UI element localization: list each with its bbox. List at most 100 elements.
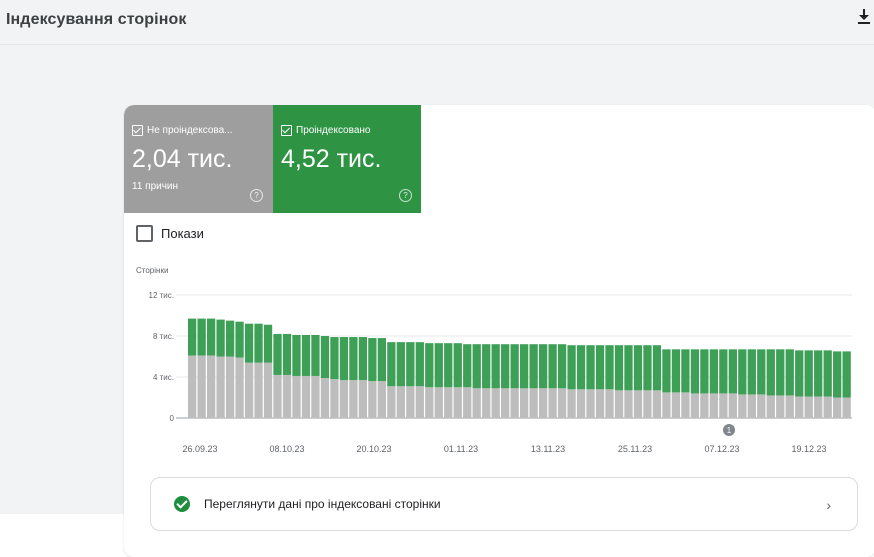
- bar-indexed: [576, 345, 586, 390]
- x-tick-label: 08.10.23: [269, 444, 304, 454]
- bar-indexed: [567, 345, 576, 390]
- bar-indexed: [624, 345, 633, 391]
- bar-not-indexed: [643, 390, 652, 418]
- bar-not-indexed: [377, 381, 386, 418]
- bar-indexed: [282, 333, 292, 375]
- bar-not-indexed: [804, 396, 813, 418]
- tile-label: Не проіндексова...: [147, 125, 233, 136]
- checkbox-unchecked-icon[interactable]: [136, 225, 153, 242]
- bar-indexed: [311, 334, 320, 376]
- bar-not-indexed: [785, 395, 794, 418]
- bar-indexed: [453, 343, 462, 388]
- report-card: Не проіндексова... 2,04 тис. 11 причин ?…: [124, 105, 874, 557]
- bar-not-indexed: [662, 392, 671, 419]
- y-tick-label: 4 тис.: [153, 373, 174, 382]
- bar-not-indexed: [472, 388, 481, 418]
- checkbox-checked-icon[interactable]: [281, 125, 292, 136]
- bar-indexed: [605, 345, 614, 390]
- bar-indexed: [254, 323, 263, 363]
- download-icon[interactable]: [856, 8, 872, 26]
- bar-indexed: [671, 349, 681, 393]
- bar-not-indexed: [349, 380, 358, 418]
- bar-indexed: [320, 336, 330, 379]
- bar-not-indexed: [757, 394, 766, 418]
- help-icon[interactable]: ?: [399, 189, 412, 202]
- bar-indexed: [491, 344, 500, 389]
- bar-indexed: [690, 349, 700, 394]
- view-indexed-pages-button[interactable]: Переглянути дані про індексовані сторінк…: [150, 477, 858, 531]
- x-tick-label: 01.11.23: [444, 444, 478, 454]
- bar-indexed: [292, 334, 301, 376]
- tile-not-indexed[interactable]: Не проіндексова... 2,04 тис. 11 причин ?: [124, 105, 273, 213]
- x-tick-label: 07.12.23: [704, 444, 739, 454]
- bar-not-indexed: [453, 387, 462, 418]
- bar-not-indexed: [700, 393, 709, 418]
- bar-indexed: [273, 333, 282, 375]
- bar-indexed: [425, 343, 434, 388]
- bar-not-indexed: [482, 388, 491, 418]
- bar-indexed: [586, 345, 595, 390]
- bar-not-indexed: [292, 375, 301, 418]
- checkbox-checked-icon[interactable]: [132, 125, 143, 136]
- bar-not-indexed: [444, 387, 453, 418]
- bar-indexed: [339, 337, 349, 381]
- bar-indexed: [206, 318, 216, 356]
- bar-not-indexed: [491, 388, 500, 418]
- bar-indexed: [415, 342, 424, 387]
- tile-indexed[interactable]: Проіндексовано 4,52 тис. ?: [273, 105, 421, 213]
- bar-not-indexed: [795, 396, 804, 418]
- bar-not-indexed: [671, 392, 681, 419]
- bar-not-indexed: [614, 390, 624, 418]
- bar-not-indexed: [633, 390, 643, 418]
- bar-not-indexed: [709, 393, 718, 418]
- bar-not-indexed: [747, 394, 756, 418]
- bar-indexed: [387, 342, 396, 387]
- bar-not-indexed: [833, 397, 842, 418]
- bar-not-indexed: [311, 375, 320, 418]
- bar-indexed: [595, 345, 605, 390]
- bar-not-indexed: [235, 357, 244, 418]
- bar-not-indexed: [681, 392, 690, 419]
- tile-value: 4,52 тис.: [281, 145, 382, 173]
- bar-indexed: [529, 344, 538, 389]
- y-tick-label: 8 тис.: [153, 332, 174, 341]
- bar-not-indexed: [719, 393, 728, 418]
- bar-indexed: [662, 349, 671, 393]
- pages-chart: Сторінки 0 4 тис. 8 тис. 12 тис. 26.09.23 08.1…: [136, 266, 852, 454]
- x-tick-label: 25.11.23: [618, 444, 652, 454]
- bar-not-indexed: [652, 390, 662, 418]
- bar-indexed: [482, 344, 491, 389]
- bar-not-indexed: [738, 394, 747, 418]
- bar-not-indexed: [282, 374, 292, 418]
- bar-not-indexed: [501, 388, 510, 418]
- bar-not-indexed: [434, 387, 443, 418]
- x-tick-label: 19.12.23: [791, 444, 826, 454]
- bar-not-indexed: [320, 378, 330, 418]
- bar-not-indexed: [188, 355, 197, 418]
- bar-indexed: [795, 350, 804, 397]
- bar-not-indexed: [301, 375, 311, 418]
- bar-not-indexed: [766, 395, 775, 418]
- x-tick-label: 20.10.23: [356, 444, 391, 454]
- bar-not-indexed: [225, 356, 235, 418]
- bar-not-indexed: [814, 396, 823, 418]
- bar-not-indexed: [330, 379, 339, 418]
- bar-indexed: [633, 345, 643, 391]
- impressions-toggle[interactable]: Покази: [136, 225, 204, 242]
- bar-not-indexed: [396, 386, 405, 418]
- bar-not-indexed: [529, 388, 538, 418]
- bar-indexed: [501, 344, 510, 389]
- bar-indexed: [538, 344, 548, 389]
- bar-not-indexed: [567, 389, 576, 418]
- bar-indexed: [510, 344, 519, 389]
- help-icon[interactable]: ?: [250, 189, 263, 202]
- bar-not-indexed: [387, 386, 396, 418]
- bar-indexed: [235, 321, 244, 358]
- bar-indexed: [814, 350, 823, 397]
- bar-indexed: [776, 349, 785, 396]
- bar-indexed: [197, 318, 206, 356]
- bar-indexed: [244, 323, 254, 363]
- bar-not-indexed: [690, 393, 700, 418]
- x-tick-label: 26.09.23: [182, 444, 217, 454]
- bar-not-indexed: [263, 362, 273, 418]
